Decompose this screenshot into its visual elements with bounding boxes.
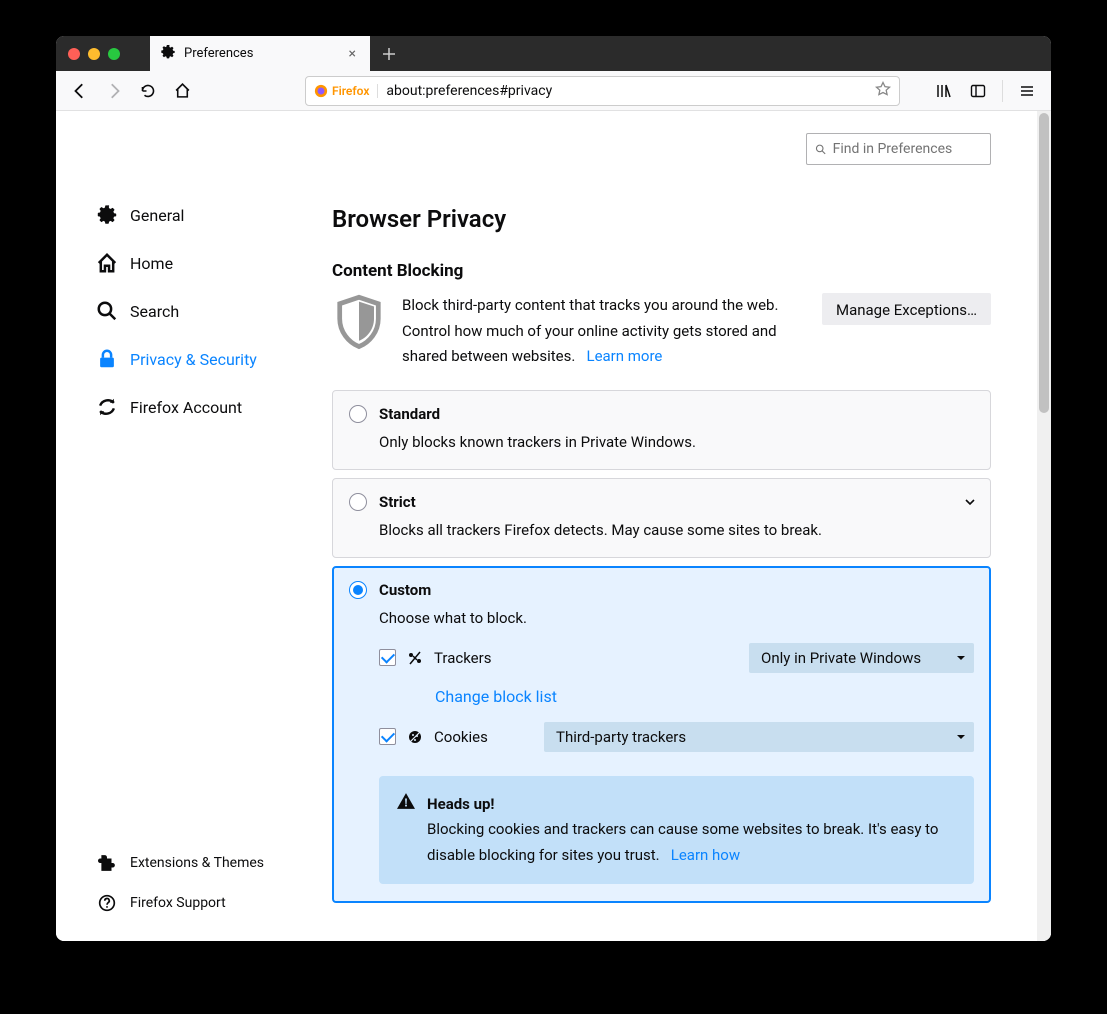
sidebar-item-label: Home (130, 254, 173, 273)
firefox-icon (314, 84, 328, 98)
home-button[interactable] (166, 75, 198, 107)
content-blocking-text: Block third-party content that tracks yo… (402, 293, 806, 370)
radio-standard[interactable] (349, 405, 367, 423)
cookies-select[interactable]: Third-party trackers (544, 722, 974, 752)
url-text: about:preferences#privacy (386, 83, 867, 99)
sidebar-item-label: Firefox Support (130, 895, 226, 911)
scrollbar-thumb[interactable] (1039, 113, 1049, 413)
radio-strict[interactable] (349, 493, 367, 511)
card-title: Standard (379, 405, 440, 423)
cookies-row: Cookies Third-party trackers (379, 722, 974, 752)
learn-how-link[interactable]: Learn how (671, 846, 740, 864)
sidebar-item-firefox-account[interactable]: Firefox Account (96, 383, 292, 431)
app-menu-button[interactable] (1011, 75, 1043, 107)
url-bar[interactable]: Firefox about:preferences#privacy (305, 76, 900, 106)
search-icon (96, 300, 118, 322)
reload-button[interactable] (132, 75, 164, 107)
tab-preferences[interactable]: Preferences × (150, 36, 370, 71)
find-input[interactable] (833, 141, 982, 157)
close-window-button[interactable] (68, 48, 80, 60)
card-desc: Choose what to block. (379, 609, 974, 627)
shield-icon (332, 293, 386, 357)
gear-icon (160, 44, 176, 64)
sidebar-item-label: Firefox Account (130, 398, 242, 417)
tab-title: Preferences (184, 46, 337, 61)
content-area: General Home Search Privacy & Security (56, 111, 1051, 941)
sync-icon (96, 396, 118, 418)
cookie-icon (406, 728, 424, 746)
card-desc: Blocks all trackers Firefox detects. May… (379, 521, 974, 539)
sidebar-item-privacy[interactable]: Privacy & Security (96, 335, 292, 383)
sidebar-item-label: Privacy & Security (130, 350, 257, 369)
sidebar-toggle-button[interactable] (962, 75, 994, 107)
card-title: Custom (379, 581, 431, 599)
warning-icon (397, 792, 415, 869)
firefox-brand: Firefox (314, 84, 378, 98)
find-in-preferences[interactable] (806, 133, 991, 165)
checkbox-cookies[interactable] (379, 728, 396, 745)
learn-more-link[interactable]: Learn more (586, 347, 662, 365)
cookies-label: Cookies (434, 728, 488, 746)
sidebar-item-home[interactable]: Home (96, 239, 292, 287)
question-icon (96, 892, 118, 914)
card-title: Strict (379, 493, 416, 511)
browser-window: Preferences × Firefox about:preferences#… (56, 36, 1051, 941)
sidebar-item-extensions[interactable]: Extensions & Themes (96, 845, 264, 881)
select-value: Third-party trackers (556, 728, 686, 746)
chevron-down-icon[interactable] (964, 493, 976, 512)
maximize-window-button[interactable] (108, 48, 120, 60)
titlebar: Preferences × (56, 36, 1051, 71)
vertical-scrollbar[interactable] (1037, 111, 1051, 941)
chevron-down-icon (956, 649, 966, 667)
content-blocking-cards: Standard Only blocks known trackers in P… (332, 390, 991, 904)
sidebar-item-label: Search (130, 302, 179, 321)
radio-custom[interactable] (349, 581, 367, 599)
tracker-icon (406, 649, 424, 667)
library-button[interactable] (928, 75, 960, 107)
heads-up-title: Heads up! (427, 792, 956, 818)
gear-icon (96, 204, 118, 226)
search-icon (815, 143, 827, 156)
sidebar-item-support[interactable]: Firefox Support (96, 885, 264, 921)
trackers-label: Trackers (434, 649, 491, 667)
change-block-list-link[interactable]: Change block list (435, 687, 557, 706)
content-blocking-intro: Block third-party content that tracks yo… (332, 293, 991, 370)
nav-toolbar: Firefox about:preferences#privacy (56, 71, 1051, 111)
card-standard[interactable]: Standard Only blocks known trackers in P… (332, 390, 991, 470)
puzzle-icon (96, 852, 118, 874)
chevron-down-icon (956, 728, 966, 746)
heads-up-box: Heads up! Blocking cookies and trackers … (379, 776, 974, 885)
page-title: Browser Privacy (332, 205, 991, 233)
sidebar-item-general[interactable]: General (96, 191, 292, 239)
sidebar-item-search[interactable]: Search (96, 287, 292, 335)
section-title: Content Blocking (332, 261, 991, 281)
back-button[interactable] (64, 75, 96, 107)
lock-icon (96, 348, 118, 370)
sidebar-item-label: General (130, 206, 184, 225)
preferences-sidebar: General Home Search Privacy & Security (56, 111, 292, 941)
new-tab-button[interactable] (374, 39, 404, 69)
select-value: Only in Private Windows (761, 649, 921, 667)
forward-button[interactable] (98, 75, 130, 107)
home-icon (96, 252, 118, 274)
firefox-brand-label: Firefox (332, 84, 369, 98)
card-custom: Custom Choose what to block. Trackers On… (332, 566, 991, 904)
divider (1002, 80, 1003, 102)
trackers-row: Trackers Only in Private Windows (379, 643, 974, 673)
checkbox-trackers[interactable] (379, 649, 396, 666)
main-panel: Browser Privacy Content Blocking Block t… (292, 111, 1051, 941)
sidebar-item-label: Extensions & Themes (130, 855, 264, 871)
card-desc: Only blocks known trackers in Private Wi… (379, 433, 974, 451)
close-tab-button[interactable]: × (345, 46, 360, 62)
minimize-window-button[interactable] (88, 48, 100, 60)
trackers-select[interactable]: Only in Private Windows (749, 643, 974, 673)
bookmark-star-icon[interactable] (875, 81, 891, 101)
card-strict[interactable]: Strict Blocks all trackers Firefox detec… (332, 478, 991, 558)
manage-exceptions-button[interactable]: Manage Exceptions… (822, 293, 991, 325)
traffic-lights (56, 48, 120, 60)
